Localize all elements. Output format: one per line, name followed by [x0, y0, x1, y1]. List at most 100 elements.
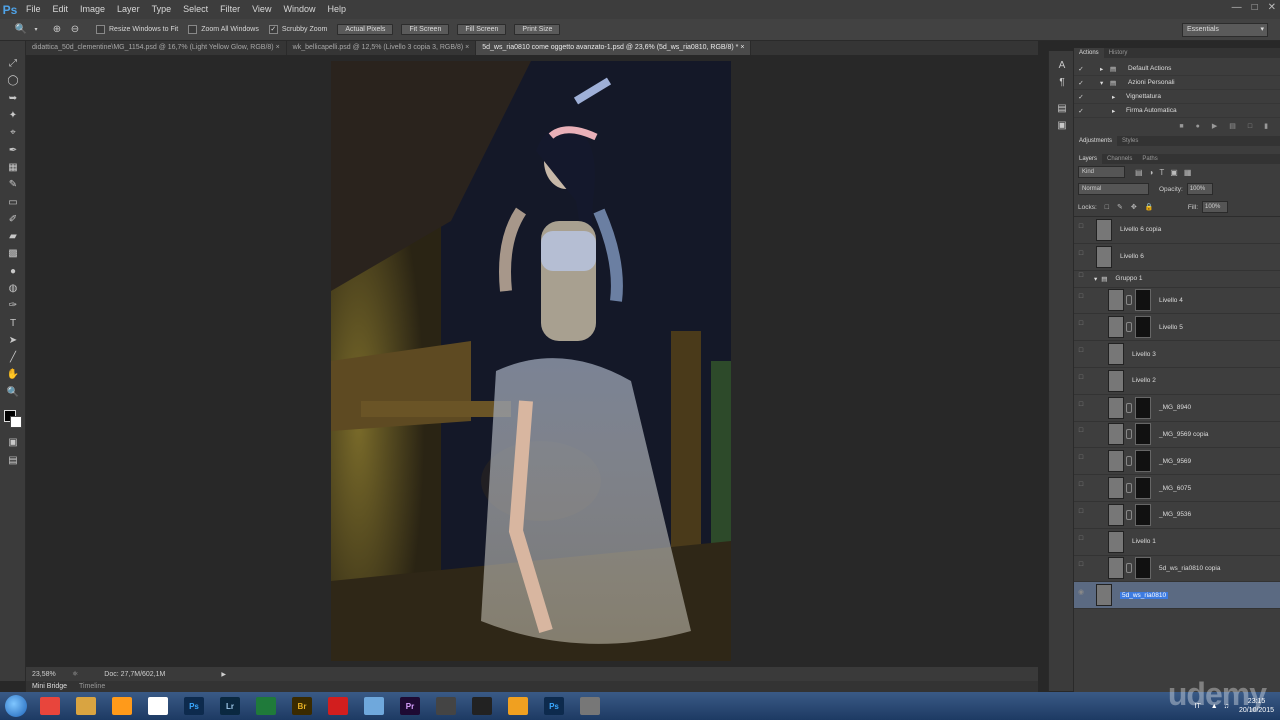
visibility-toggle[interactable]: □ [1074, 293, 1088, 307]
taskbar-pr-icon[interactable]: Pr [393, 693, 427, 719]
tab-mini-bridge[interactable]: Mini Bridge [32, 683, 67, 690]
link-icon[interactable] [1126, 509, 1132, 520]
close-icon[interactable]: × [740, 44, 744, 51]
action-set[interactable]: ✓ ▸ ▤ Default Actions [1074, 62, 1280, 76]
start-button[interactable] [0, 692, 32, 720]
layer-mask-thumbnail[interactable] [1135, 289, 1151, 312]
layer-row[interactable]: □ Livello 5 [1074, 314, 1280, 342]
scrubby-zoom-checkbox[interactable]: ✓ Scrubby Zoom [268, 25, 327, 34]
screen-mode-icon[interactable]: ▤ [0, 452, 26, 469]
visibility-toggle[interactable]: □ [1074, 374, 1088, 388]
layer-row[interactable]: □ Livello 1 [1074, 528, 1280, 556]
opera-icon[interactable] [321, 693, 355, 719]
menu-view[interactable]: View [246, 0, 277, 19]
tab-styles[interactable]: Styles [1117, 136, 1143, 146]
link-icon[interactable] [1126, 456, 1132, 467]
tools-icon[interactable] [573, 693, 607, 719]
tab-timeline[interactable]: Timeline [79, 683, 105, 690]
brush-tool-icon[interactable]: ✎ [0, 176, 26, 193]
line-tool-icon[interactable]: ╱ [0, 349, 26, 366]
visibility-toggle[interactable]: □ [1074, 561, 1088, 575]
stop-icon[interactable]: ■ [1179, 123, 1183, 130]
eye-icon[interactable]: ◉ [1074, 588, 1088, 602]
menu-edit[interactable]: Edit [47, 0, 75, 19]
layer-mask-thumbnail[interactable] [1135, 450, 1151, 473]
action-set[interactable]: ✓ ▾ ▤ Azioni Personali [1074, 76, 1280, 90]
hand-tool-icon[interactable]: ✋ [0, 366, 26, 383]
visibility-toggle[interactable]: □ [1074, 347, 1088, 361]
tab-layers[interactable]: Layers [1074, 154, 1103, 164]
zoom-all-checkbox[interactable]: Zoom All Windows [188, 25, 259, 34]
menu-layer[interactable]: Layer [111, 0, 146, 19]
taskbar-lr-icon[interactable]: Lr [213, 693, 247, 719]
visibility-toggle[interactable]: □ [1074, 454, 1088, 468]
new-set-icon[interactable]: ▤ [1229, 122, 1236, 130]
record-icon[interactable]: ● [1196, 123, 1200, 130]
action-item[interactable]: ✓ ▸ Vignettatura [1074, 90, 1280, 104]
apps-icon[interactable] [141, 693, 175, 719]
magic-wand-icon[interactable]: ✦ [0, 107, 26, 124]
fit-screen-button[interactable]: Fit Screen [401, 24, 450, 35]
layer-row[interactable]: □ _MG_9569 copia [1074, 421, 1280, 449]
fill-screen-button[interactable]: Fill Screen [457, 24, 507, 35]
layer-mask-thumbnail[interactable] [1135, 503, 1151, 526]
layer-group[interactable]: □ ▾ ▤ Gruppo 1 [1074, 270, 1280, 288]
zoom-tool-icon[interactable]: 🔍 [0, 384, 26, 401]
kind-filter[interactable]: Kind [1078, 166, 1125, 178]
lock-icons[interactable]: □✎✥🔒 [1105, 203, 1162, 211]
visibility-toggle[interactable]: □ [1074, 272, 1088, 286]
maximize-icon[interactable]: □ [1252, 2, 1258, 13]
actual-pixels-button[interactable]: Actual Pixels [337, 24, 394, 35]
visibility-toggle[interactable]: □ [1074, 223, 1088, 237]
quick-mask-icon[interactable]: ▣ [0, 434, 26, 451]
menu-image[interactable]: Image [74, 0, 111, 19]
opacity-input[interactable]: 100% [1186, 183, 1213, 195]
layer-row[interactable]: □ _MG_9536 [1074, 501, 1280, 529]
layer-row[interactable]: □ Livello 2 [1074, 367, 1280, 395]
filter-icons[interactable]: ▤◑T▣▦ [1135, 168, 1197, 177]
layer-row[interactable]: □ _MG_9569 [1074, 448, 1280, 476]
gradient-tool-icon[interactable]: ▩ [0, 245, 26, 262]
layer-mask-thumbnail[interactable] [1135, 423, 1151, 446]
trash-icon[interactable]: ▮ [1264, 122, 1268, 130]
layer-row[interactable]: □ Livello 3 [1074, 341, 1280, 368]
link-icon[interactable] [1126, 402, 1132, 413]
character-icon[interactable]: A [1049, 57, 1075, 74]
tab-adjustments[interactable]: Adjustments [1074, 136, 1118, 146]
link-icon[interactable] [1126, 322, 1132, 333]
menu-type[interactable]: Type [146, 0, 178, 19]
link-icon[interactable] [1126, 483, 1132, 494]
visibility-toggle[interactable]: □ [1074, 320, 1088, 334]
tab-history[interactable]: History [1104, 48, 1133, 58]
taskbar-ps-icon[interactable]: Ps [537, 693, 571, 719]
path-selection-icon[interactable]: ➤ [0, 332, 26, 349]
healing-brush-icon[interactable]: ▦ [0, 159, 26, 176]
taskbar-ps-icon[interactable]: Ps [177, 693, 211, 719]
blend-mode-select[interactable]: Normal [1078, 183, 1149, 195]
visibility-toggle[interactable]: □ [1074, 250, 1088, 264]
eraser-icon[interactable]: ▰ [0, 228, 26, 245]
eyedropper-icon[interactable]: ✒ [0, 141, 26, 158]
color-swatches[interactable] [0, 409, 26, 428]
layer-row[interactable]: ◉ 5d_ws_ria0810 [1074, 582, 1280, 610]
blur-tool-icon[interactable]: ● [0, 263, 26, 280]
close-icon[interactable]: × [465, 44, 469, 51]
resize-windows-checkbox[interactable]: Resize Windows to Fit [96, 25, 178, 34]
type-tool-icon[interactable]: T [0, 314, 26, 331]
marquee-tool-icon[interactable]: ◯ [0, 72, 26, 89]
explorer-icon[interactable] [69, 693, 103, 719]
history-brush-icon[interactable]: ✐ [0, 211, 26, 228]
menu-help[interactable]: Help [321, 0, 352, 19]
crop-tool-icon[interactable]: ⌖ [0, 124, 26, 141]
link-icon[interactable] [1126, 295, 1132, 306]
pen-tool-icon[interactable]: ✑ [0, 297, 26, 314]
close-icon[interactable]: ✕ [1268, 2, 1276, 13]
properties-icon[interactable]: ▤ [1049, 100, 1075, 117]
calendar-icon[interactable] [429, 693, 463, 719]
ball-icon[interactable] [501, 693, 535, 719]
paragraph-icon[interactable]: ¶ [1049, 74, 1075, 91]
visibility-toggle[interactable]: □ [1074, 427, 1088, 441]
layer-mask-thumbnail[interactable] [1135, 477, 1151, 500]
zoom-in-icon[interactable]: ⊕ [50, 23, 64, 37]
doc-tab-active[interactable]: 5d_ws_ria0810 come oggetto avanzato-1.ps… [476, 41, 752, 55]
